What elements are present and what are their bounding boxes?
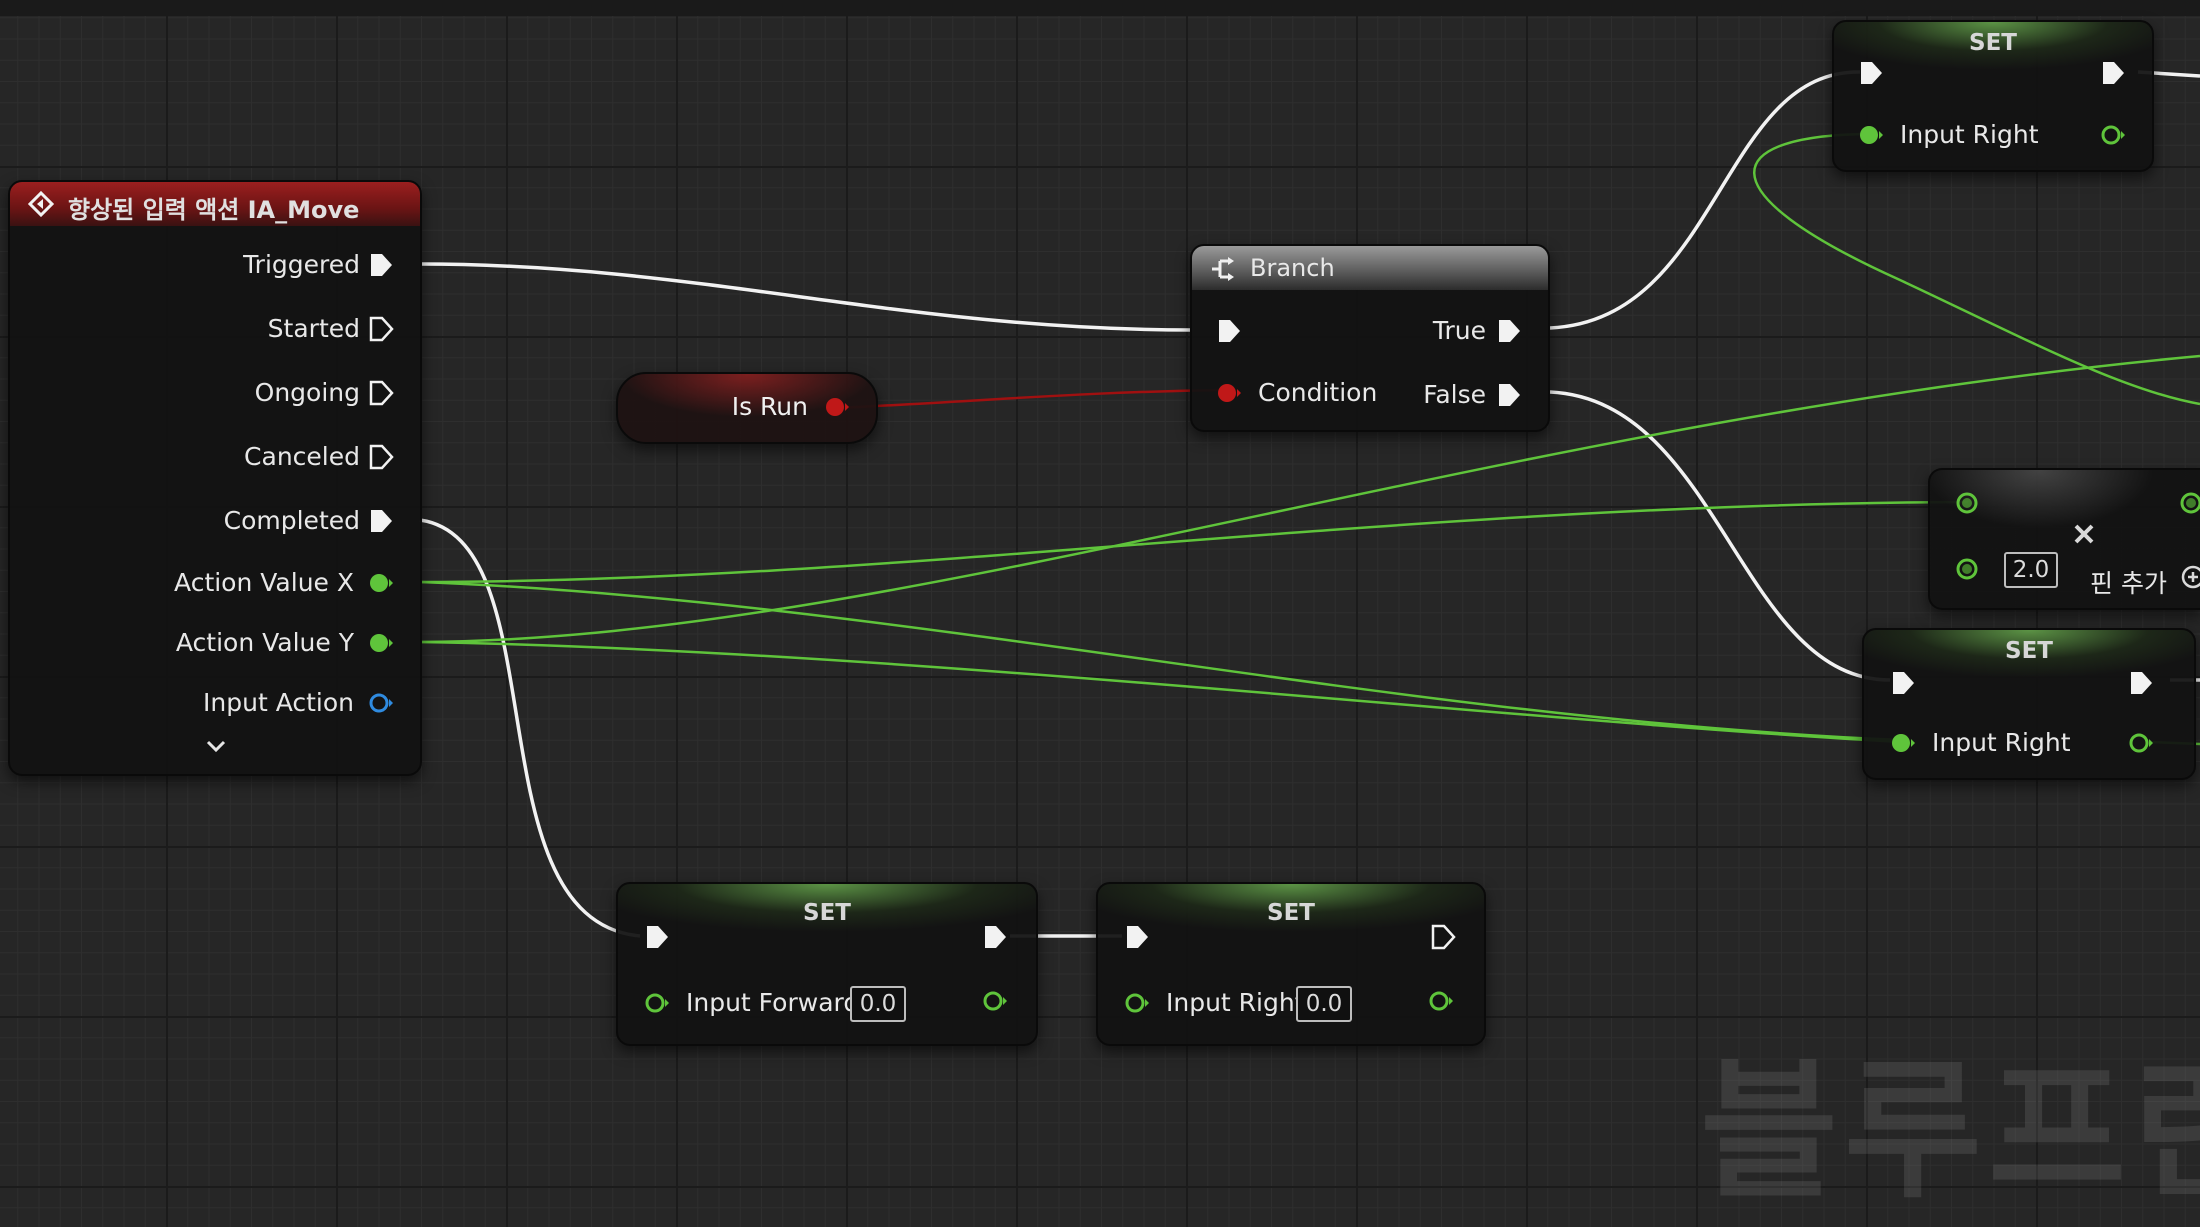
exec-out-set-top[interactable] [2100, 60, 2126, 86]
data-in-math-b[interactable] [1954, 556, 1980, 582]
branch-node-header: Branch [1192, 246, 1548, 290]
exec-out-set-mid[interactable] [2128, 670, 2154, 696]
exec-in-branch[interactable] [1216, 318, 1242, 344]
pin-label-started: Started [267, 314, 360, 343]
add-pin-plus-icon[interactable] [2180, 564, 2200, 590]
set-input-right-node-top[interactable]: SET Input Right [1832, 20, 2154, 172]
exec-out-ongoing[interactable] [368, 380, 394, 406]
set-input-forward-node[interactable]: SET Input Forward 0.0 [616, 882, 1038, 1046]
enhanced-input-event-node[interactable]: 향상된 입력 액션 IA_Move Triggered Started Ongo… [8, 180, 422, 776]
data-out-is-run[interactable] [824, 394, 850, 420]
exec-in-set-right-bottom[interactable] [1124, 924, 1150, 950]
exec-out-started[interactable] [368, 316, 394, 342]
data-out-action-value-x[interactable] [368, 570, 394, 596]
is-run-getter-node[interactable]: Is Run [616, 372, 878, 444]
pin-label-completed: Completed [223, 506, 360, 535]
set-top-title: SET [1969, 30, 2017, 56]
is-run-label: Is Run [731, 392, 808, 421]
pin-label-action-value-y: Action Value Y [175, 628, 354, 657]
exec-out-set-right-bottom[interactable] [1430, 924, 1456, 950]
pin-label-false: False [1423, 380, 1486, 409]
exec-out-false[interactable] [1496, 382, 1522, 408]
branch-icon [1208, 255, 1236, 283]
set-right-bottom-title: SET [1267, 900, 1315, 926]
data-out-input-action[interactable] [368, 690, 394, 716]
pin-label-action-value-x: Action Value X [174, 568, 354, 597]
data-in-math-a[interactable] [1954, 490, 1980, 516]
exec-out-completed[interactable] [368, 508, 394, 534]
pin-label-triggered: Triggered [243, 250, 360, 279]
wire-triggered-to-branch[interactable] [419, 262, 1193, 332]
wire-isrun-to-condition[interactable] [837, 388, 1227, 410]
pin-label-ongoing: Ongoing [254, 378, 360, 407]
math-operator-node[interactable]: 2.0 핀 추가 [1928, 468, 2200, 610]
expand-chevron-down-icon[interactable] [204, 738, 228, 756]
data-out-action-value-y[interactable] [368, 630, 394, 656]
data-out-set-mid[interactable] [2128, 730, 2154, 756]
wire-value-x-to-math[interactable] [419, 500, 1969, 584]
set-forward-title: SET [803, 900, 851, 926]
set-input-right-node-bottom[interactable]: SET Input Right 0.0 [1096, 882, 1486, 1046]
branch-node[interactable]: Branch True Condition False [1190, 244, 1550, 432]
exec-in-set-forward[interactable] [644, 924, 670, 950]
pin-label-condition: Condition [1258, 378, 1378, 407]
wire-value-y-to-set-mid[interactable] [419, 640, 1903, 744]
exec-out-canceled[interactable] [368, 444, 394, 470]
data-out-set-forward[interactable] [982, 988, 1008, 1014]
data-in-set-right-bottom[interactable] [1124, 990, 1150, 1016]
event-node-title: 향상된 입력 액션 IA_Move [68, 196, 360, 224]
data-in-set-top-input-right[interactable] [1858, 122, 1884, 148]
data-in-condition[interactable] [1216, 380, 1242, 406]
data-in-set-forward[interactable] [644, 990, 670, 1016]
data-in-set-mid-input-right[interactable] [1890, 730, 1916, 756]
wire-value-x-to-set-mid[interactable] [419, 580, 1903, 742]
data-out-set-right-bottom[interactable] [1428, 988, 1454, 1014]
event-diamond-icon [27, 190, 55, 218]
set-mid-title: SET [2005, 638, 2053, 664]
exec-in-set-mid[interactable] [1890, 670, 1916, 696]
math-b-value-box[interactable]: 2.0 [2004, 552, 2058, 588]
wire-true-to-set-top[interactable] [1549, 70, 1861, 330]
add-pin-label[interactable]: 핀 추가 [2090, 564, 2167, 600]
blueprint-watermark: 블루프린트 [1700, 1045, 2200, 1219]
pin-label-true: True [1432, 316, 1486, 345]
set-mid-variable-label: Input Right [1932, 728, 2071, 757]
math-output-pin[interactable] [2178, 490, 2200, 516]
set-input-right-node-mid[interactable]: SET Input Right [1862, 628, 2196, 780]
event-node-header: 향상된 입력 액션 IA_Move [10, 182, 420, 226]
exec-out-set-forward[interactable] [982, 924, 1008, 950]
exec-in-set-top[interactable] [1858, 60, 1884, 86]
x-icon [2070, 520, 2098, 548]
set-forward-variable-label: Input Forward [686, 988, 860, 1017]
wire-false-to-set-mid[interactable] [1549, 390, 1891, 682]
set-top-variable-label: Input Right [1900, 120, 2039, 149]
set-right-bottom-value-box[interactable]: 0.0 [1296, 986, 1352, 1022]
set-forward-value-box[interactable]: 0.0 [850, 986, 906, 1022]
set-right-bottom-variable-label: Input Right [1166, 988, 1305, 1017]
pin-label-input-action: Input Action [203, 688, 354, 717]
pin-label-canceled: Canceled [244, 442, 360, 471]
exec-out-triggered[interactable] [368, 252, 394, 278]
exec-out-true[interactable] [1496, 318, 1522, 344]
branch-title: Branch [1250, 254, 1335, 282]
data-out-set-top[interactable] [2100, 122, 2126, 148]
